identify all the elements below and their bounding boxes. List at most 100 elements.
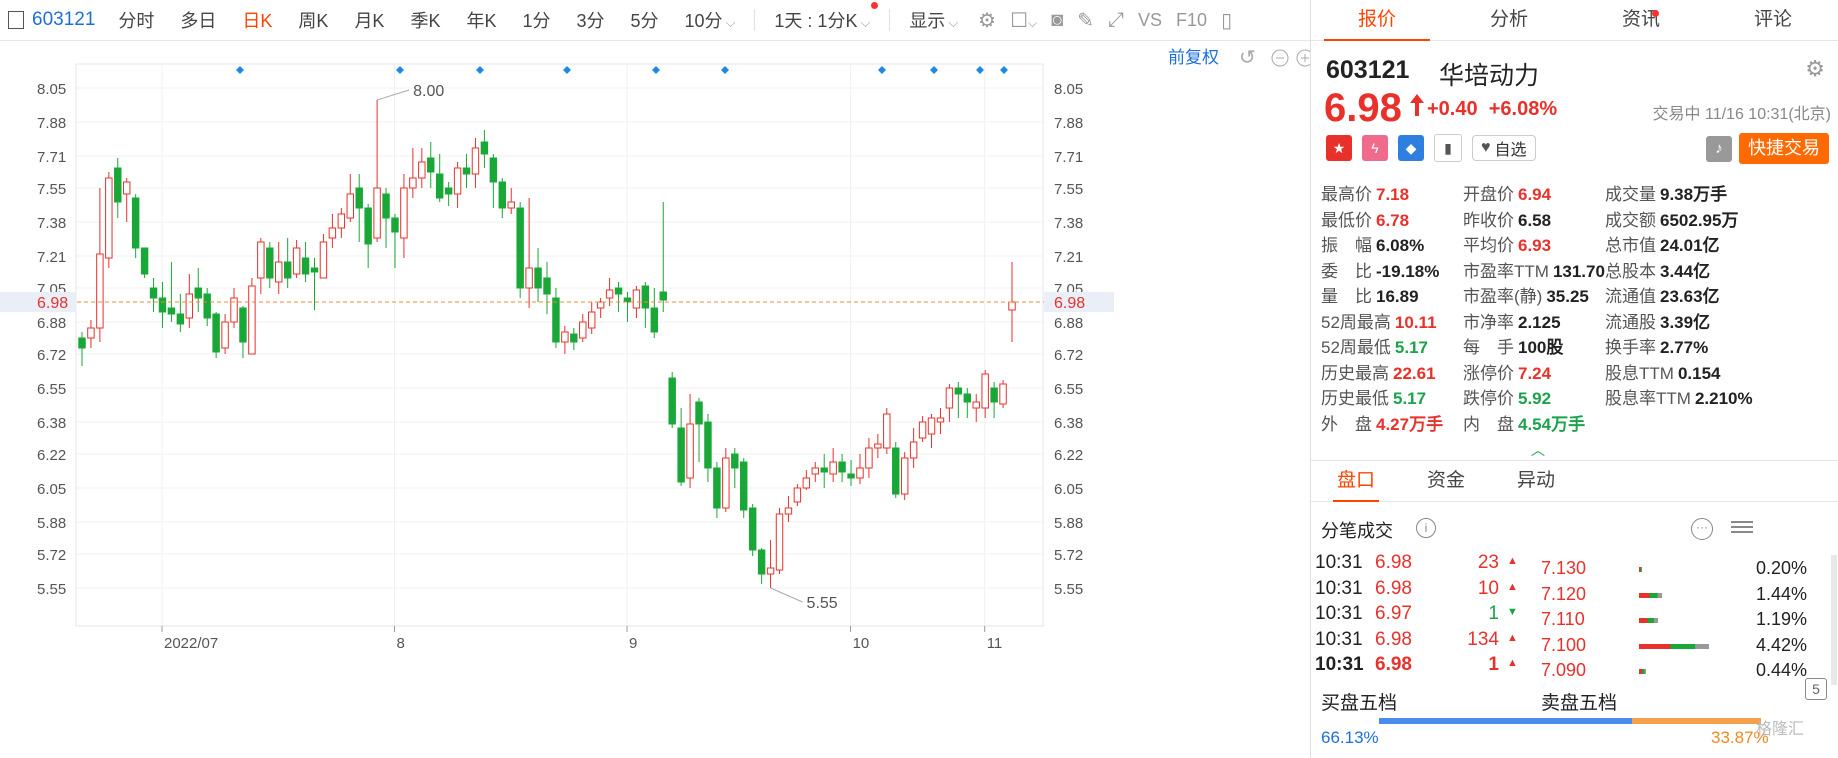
candle-body[interactable] [892,447,900,495]
tab-quote[interactable]: 报价 [1311,0,1443,41]
candle-body[interactable] [435,173,444,199]
add-watchlist-button[interactable]: ♥ 自选 [1472,135,1536,161]
candle-body[interactable] [847,473,855,479]
candle-body[interactable] [427,157,435,173]
bookmark-icon[interactable]: ▮ [1434,134,1462,162]
settings-gear-icon[interactable]: ⚙ [971,8,1003,33]
reset-icon[interactable]: ↺ [1239,47,1256,69]
candle-body[interactable] [641,285,650,309]
vs-compare-icon[interactable]: VS [1131,10,1169,31]
gear-icon[interactable]: ⚙ [1805,56,1825,82]
event-marker-icon[interactable] [721,66,729,74]
candle-body[interactable] [301,257,310,275]
candle-body[interactable] [78,337,86,349]
event-marker-icon[interactable] [236,66,244,74]
period-tab-multiday[interactable]: 多日 [167,7,229,33]
candle-body[interactable] [87,327,95,339]
candle-body[interactable] [525,267,533,289]
candle-body[interactable] [632,289,641,309]
more-icon[interactable]: ··· [1691,518,1713,540]
candle-body[interactable] [909,441,918,459]
period-tab-3min[interactable]: 3分 [564,7,618,33]
candle-body[interactable] [534,267,542,289]
info-icon[interactable]: i [1416,518,1436,538]
candle-body[interactable] [507,201,515,209]
fullscreen-icon[interactable]: ⤢ [1101,9,1131,32]
overlay-select-icon[interactable]: ☐⌵ [1003,8,1044,33]
candle-body[interactable] [400,187,408,239]
candle-body[interactable] [605,289,614,299]
candle-body[interactable] [722,457,730,509]
candle-body[interactable] [391,217,399,233]
period-tab-intraday[interactable]: 分时 [105,7,167,33]
candle-body[interactable] [176,313,185,325]
ticks-scrollbar[interactable] [1831,555,1837,685]
period-tab-10min[interactable]: 10分 ⌵ [672,7,749,33]
candle-body[interactable] [677,427,685,483]
draw-pencil-icon[interactable]: ✎ [1070,8,1101,33]
event-marker-icon[interactable] [396,66,404,74]
candle-body[interactable] [149,287,158,299]
event-marker-icon[interactable] [878,66,886,74]
candle-body[interactable] [829,461,837,475]
candle-body[interactable] [865,447,873,469]
candle-body[interactable] [418,161,426,179]
candle-body[interactable] [364,207,372,245]
candle-body[interactable] [856,467,864,479]
candle-body[interactable] [310,267,319,273]
candle-body[interactable] [963,393,972,403]
candle-body[interactable] [874,443,882,449]
candle-body[interactable] [775,513,784,571]
candle-body[interactable] [579,321,587,339]
event-marker-icon[interactable] [930,66,938,74]
panel-toggle-icon[interactable]: ▯ [1214,8,1239,33]
candle-body[interactable] [1008,301,1016,311]
candle-body[interactable] [561,331,569,343]
candle-body[interactable] [784,507,793,515]
candle-body[interactable] [283,261,292,279]
candle-body[interactable] [409,177,417,189]
candle-body[interactable] [105,177,113,259]
fast-trade-button[interactable]: 快捷交易 [1739,133,1829,164]
candle-body[interactable] [516,207,524,289]
candle-body[interactable] [239,307,247,343]
candle-body[interactable] [140,247,149,275]
kline-chart[interactable]: 8.05 8.05 7.88 7.88 7.71 7.71 7.55 7.55 7.38 7.38… [0,41,1310,758]
event-marker-icon[interactable] [1000,66,1008,74]
display-dropdown[interactable]: 显示 ⌵ [896,7,971,33]
menu-icon[interactable] [1731,518,1753,536]
candle-body[interactable] [999,383,1007,405]
candle-body[interactable] [194,287,202,299]
candle-body[interactable] [498,181,507,209]
candle-body[interactable] [623,297,632,303]
candle-body[interactable] [740,461,748,511]
china-flag-icon[interactable]: ★ [1326,135,1352,161]
candle-body[interactable] [900,457,909,495]
candle-body[interactable] [748,507,757,551]
candle-body[interactable] [731,453,739,469]
candle-body[interactable] [793,487,802,503]
subtab-alerts[interactable]: 异动 [1491,461,1581,501]
candle-body[interactable] [114,167,122,203]
candle-body[interactable] [704,421,712,469]
event-marker-icon[interactable] [976,66,984,74]
candle-body[interactable] [802,477,811,489]
candle-body[interactable] [122,181,131,195]
candle-body[interactable] [480,141,489,155]
candle-body[interactable] [96,253,104,329]
candle-body[interactable] [811,467,819,475]
candle-body[interactable] [167,307,176,315]
candle-body[interactable] [382,193,390,219]
bell-icon[interactable]: ♪ [1706,136,1732,162]
candle-body[interactable] [954,387,963,395]
candle-body[interactable] [221,321,229,349]
f10-info-icon[interactable]: F10 [1169,10,1214,31]
event-marker-icon[interactable] [652,66,660,74]
candle-body[interactable] [766,567,775,575]
candle-body[interactable] [838,461,846,473]
candle-body[interactable] [453,167,462,195]
resample-dropdown[interactable]: 1天 : 1分K ⌵ [761,2,883,33]
candle-body[interactable] [292,247,301,275]
tab-news[interactable]: 资讯 [1575,0,1707,40]
candle-body[interactable] [668,377,676,425]
